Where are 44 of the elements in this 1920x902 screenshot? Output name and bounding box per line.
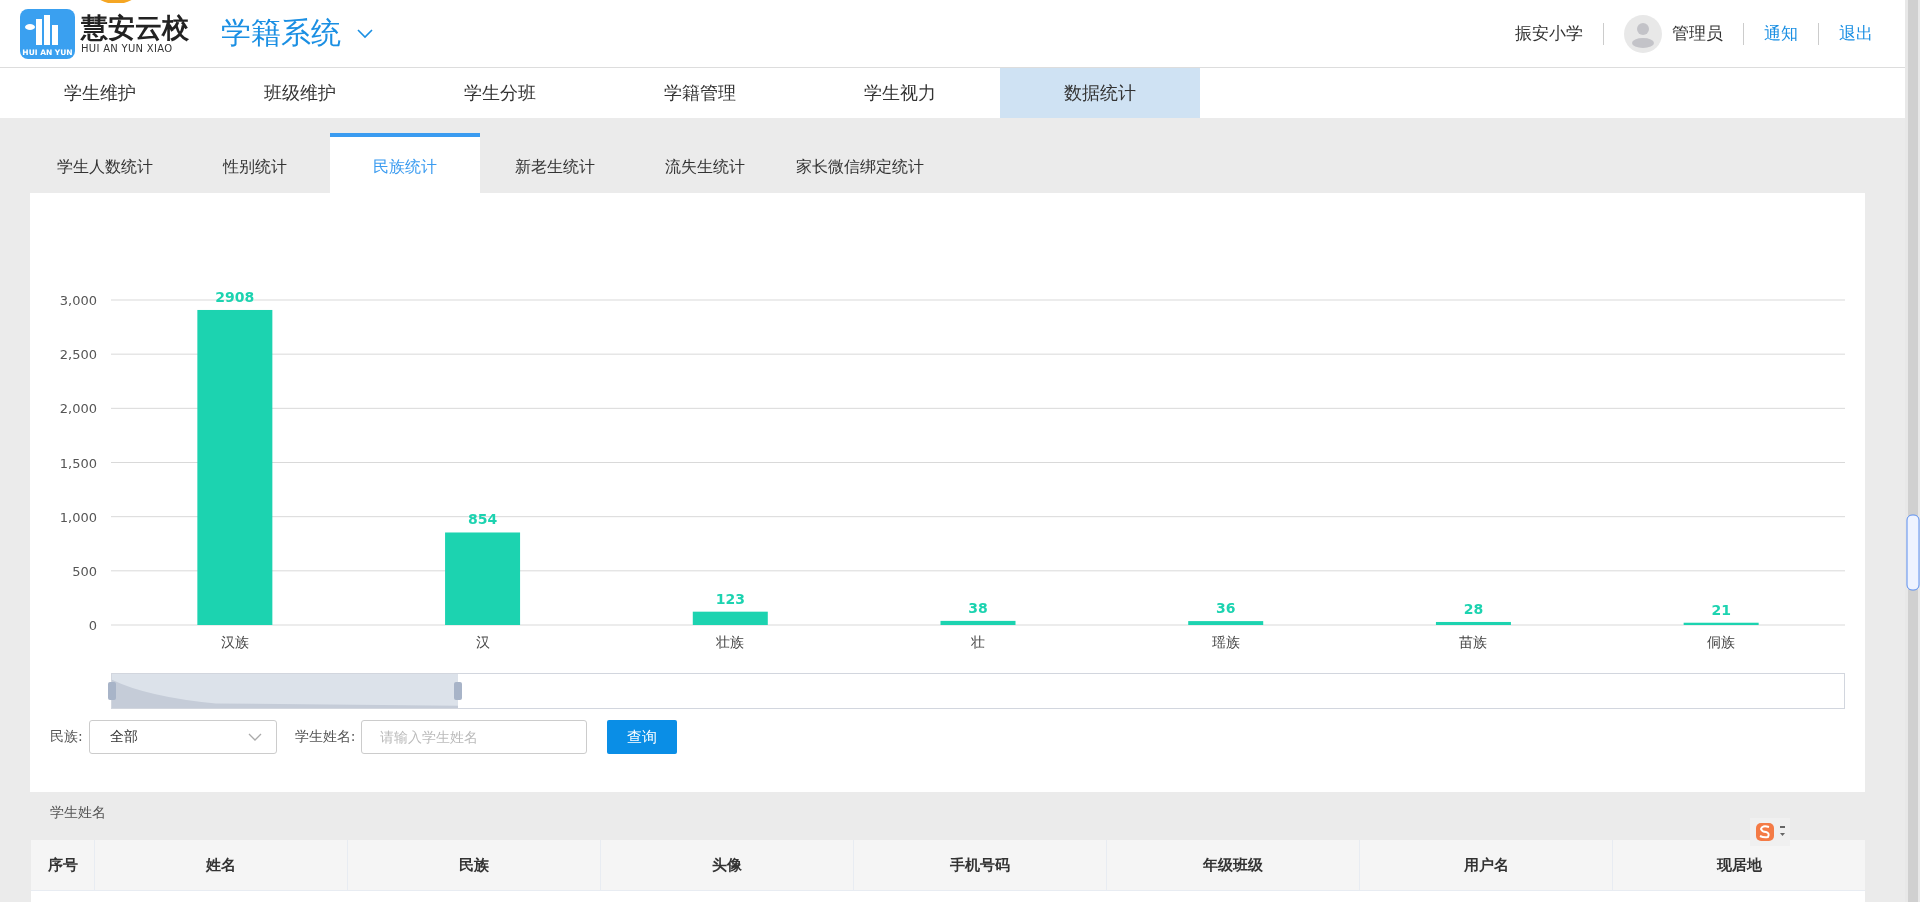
school-name: 振安小学 xyxy=(1515,22,1583,45)
bar-value-label: 2908 xyxy=(215,288,255,305)
logo-subtitle: HUI AN YUN XIAO xyxy=(81,43,174,54)
sub-tab[interactable]: 性别统计 xyxy=(180,133,330,193)
table-caption: 学生姓名 xyxy=(50,803,106,822)
user-name: 管理员 xyxy=(1672,22,1723,45)
column-header: 序号 xyxy=(46,855,79,876)
nav-tab[interactable]: 数据统计 xyxy=(1000,68,1200,118)
bar-value-label: 38 xyxy=(968,599,988,616)
x-axis-label: 汉 xyxy=(475,634,490,650)
sub-tab[interactable]: 新老生统计 xyxy=(480,133,630,193)
x-axis-label: 侗族 xyxy=(1707,634,1736,650)
sub-tab[interactable]: 家长微信绑定统计 xyxy=(780,133,940,193)
y-axis-label: 0 xyxy=(88,618,97,633)
y-axis-label: 2,500 xyxy=(59,347,97,363)
x-axis-label: 汉族 xyxy=(220,634,249,650)
x-axis-label: 壮族 xyxy=(716,634,745,650)
logo-title: 慧安云校 xyxy=(81,13,189,43)
nav-tab[interactable]: 学生视力 xyxy=(800,68,1000,118)
y-axis-label: 3,000 xyxy=(59,293,97,308)
bar-value-label: 123 xyxy=(715,590,745,607)
sub-tab[interactable]: 学生人数统计 xyxy=(30,133,180,193)
y-axis-label: 2,000 xyxy=(59,401,97,417)
student-name-label: 学生姓名: xyxy=(294,728,356,746)
bar-value-label: 21 xyxy=(1711,601,1731,618)
x-axis-label: 苗族 xyxy=(1459,634,1488,650)
ethnicity-select[interactable]: 全部 xyxy=(88,720,277,754)
header-link[interactable]: 退出 xyxy=(1839,22,1873,45)
bar-value-label: 36 xyxy=(1215,600,1236,617)
y-axis-label: 500 xyxy=(72,563,97,579)
header-link[interactable]: 通知 xyxy=(1764,22,1798,45)
nav-tab[interactable]: 学籍管理 xyxy=(600,68,800,118)
student-name-field[interactable]: 请输入学生姓名 xyxy=(361,720,588,754)
ethnicity-label: 民族: xyxy=(50,728,83,746)
sub-tab[interactable]: 流失生统计 xyxy=(630,133,780,193)
bar-value-label: 28 xyxy=(1463,600,1484,617)
x-axis-label: 壮 xyxy=(971,634,985,650)
x-axis-label: 瑶族 xyxy=(1211,634,1240,650)
y-axis-label: 1,500 xyxy=(59,455,97,471)
nav-tab[interactable]: 学生维护 xyxy=(0,68,200,118)
bar-value-label: 854 xyxy=(467,511,498,528)
y-axis-label: 1,000 xyxy=(59,509,97,525)
nav-tab[interactable]: 班级维护 xyxy=(200,68,400,118)
nav-tab[interactable]: 学生分班 xyxy=(400,68,600,118)
